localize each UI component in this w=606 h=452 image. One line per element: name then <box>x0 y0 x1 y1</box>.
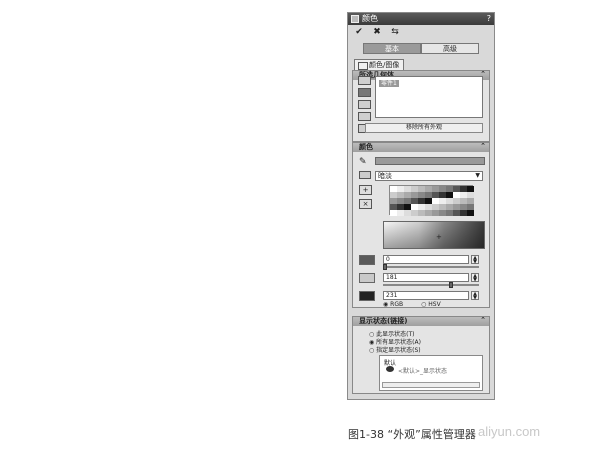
palette-swatch[interactable] <box>411 210 418 216</box>
selected-geometry-section: 所选几何体 ⌃ 零件1 移除所有外观 <box>352 70 490 142</box>
palette-swatch[interactable] <box>425 210 432 216</box>
spinner-icon[interactable]: ▲ ▼ <box>471 291 479 301</box>
subtabs: 颜色/图像 <box>354 59 494 70</box>
figure-caption: 图1-38 “外观”属性管理器 <box>348 428 476 441</box>
crosshair-icon: + <box>436 233 442 241</box>
color-row-2: 181 ▲ ▼ <box>359 273 485 291</box>
display-state-header[interactable]: 显示状态(链接) ⌃ <box>353 316 489 326</box>
tab-basic[interactable]: 基本 <box>363 43 421 54</box>
palette-swatch[interactable] <box>432 210 439 216</box>
horizontal-scrollbar[interactable] <box>382 382 480 388</box>
select-value: 暗淡 <box>378 172 392 180</box>
slider-thumb[interactable] <box>383 264 387 270</box>
radio-hsv[interactable]: HSV <box>421 301 440 308</box>
panel-titlebar: 颜色 ? <box>348 13 494 25</box>
color-section: 颜色 ⌃ ✎ 暗淡 ▼ + × + 0 ▲ ▼ 181 ▲ ▼ 231 ▲ ▼ … <box>352 142 490 308</box>
section-title: 显示状态(链接) <box>359 317 408 325</box>
appearance-property-manager: 颜色 ? ✔ ✖ ⇆ 基本 高级 颜色/图像 所选几何体 ⌃ 零件1 移除所有外… <box>347 12 495 400</box>
color-mode-radios: RGB HSV <box>383 301 441 308</box>
radio-specify-states[interactable]: 指定显示状态(S) <box>369 345 421 354</box>
section-title: 颜色 <box>359 143 373 151</box>
channel-swatch <box>359 255 375 265</box>
tab-color-image[interactable]: 颜色/图像 <box>354 59 405 70</box>
remove-swatch-icon[interactable]: × <box>359 199 372 209</box>
color-row-1: 0 ▲ ▼ <box>359 255 485 273</box>
panel-title: 颜色 <box>362 14 378 23</box>
state-icon <box>386 366 394 372</box>
list-item[interactable]: 零件1 <box>379 80 399 87</box>
value-field-3[interactable]: 231 <box>383 291 469 300</box>
color-appearance-select[interactable]: 暗淡 ▼ <box>375 171 483 181</box>
palette-swatch[interactable] <box>397 210 404 216</box>
color-spectrum[interactable]: + <box>383 221 485 249</box>
palette-swatch[interactable] <box>439 210 446 216</box>
channel-swatch <box>359 291 375 301</box>
display-state-list[interactable]: 默认 <默认>_显示状态 <box>379 355 483 391</box>
value-field-2[interactable]: 181 <box>383 273 469 282</box>
help-icon[interactable]: ? <box>487 13 491 25</box>
eyedropper-icon[interactable]: ✎ <box>359 157 369 167</box>
tab-advanced[interactable]: 高级 <box>421 43 479 54</box>
remove-all-appearances-button[interactable]: 移除所有外观 <box>365 123 483 133</box>
display-state-section: 显示状态(链接) ⌃ 此显示状态(T) 所有显示状态(A) 指定显示状态(S) … <box>352 316 490 394</box>
color-header[interactable]: 颜色 ⌃ <box>353 142 489 152</box>
mode-tabs: 基本 高级 <box>348 43 494 54</box>
chevron-down-icon: ▼ <box>475 172 480 179</box>
spinner-icon[interactable]: ▲ ▼ <box>471 273 479 283</box>
filter-face-icon[interactable] <box>358 112 371 121</box>
action-toolbar: ✔ ✖ ⇆ <box>348 25 494 39</box>
selected-geometry-list[interactable]: 零件1 <box>375 76 483 118</box>
ok-icon[interactable]: ✔ <box>354 27 364 37</box>
add-swatch-icon[interactable]: + <box>359 185 372 195</box>
panel-icon <box>351 15 359 23</box>
palette-swatch[interactable] <box>404 210 411 216</box>
radio-rgb[interactable]: RGB <box>383 301 403 308</box>
spinner-icon[interactable]: ▲ ▼ <box>471 255 479 265</box>
collapse-icon[interactable]: ⌃ <box>480 316 486 325</box>
cancel-icon[interactable]: ✖ <box>372 27 382 37</box>
palette-swatch[interactable] <box>453 210 460 216</box>
value-field-1[interactable]: 0 <box>383 255 469 264</box>
slider-track[interactable] <box>383 266 479 268</box>
slider-track[interactable] <box>383 284 479 286</box>
filter-body-icon[interactable] <box>358 88 371 97</box>
palette-swatch[interactable] <box>460 210 467 216</box>
list-item[interactable]: <默认>_显示状态 <box>398 366 447 375</box>
pin-icon[interactable]: ⇆ <box>390 27 400 37</box>
current-color-swatch <box>375 157 485 165</box>
palette-swatch[interactable] <box>446 210 453 216</box>
palette-swatch[interactable] <box>390 210 397 216</box>
channel-swatch <box>359 273 375 283</box>
watermark: aliyun.com <box>478 424 541 439</box>
filter-feature-icon[interactable] <box>358 100 371 109</box>
palette-swatch[interactable] <box>418 210 425 216</box>
slider-thumb[interactable] <box>449 282 453 288</box>
color-mode-icon[interactable] <box>359 171 371 179</box>
palette-swatch[interactable] <box>467 210 474 216</box>
collapse-icon[interactable]: ⌃ <box>480 142 486 151</box>
color-palette[interactable] <box>389 185 474 216</box>
filter-part-icon[interactable] <box>358 76 371 85</box>
